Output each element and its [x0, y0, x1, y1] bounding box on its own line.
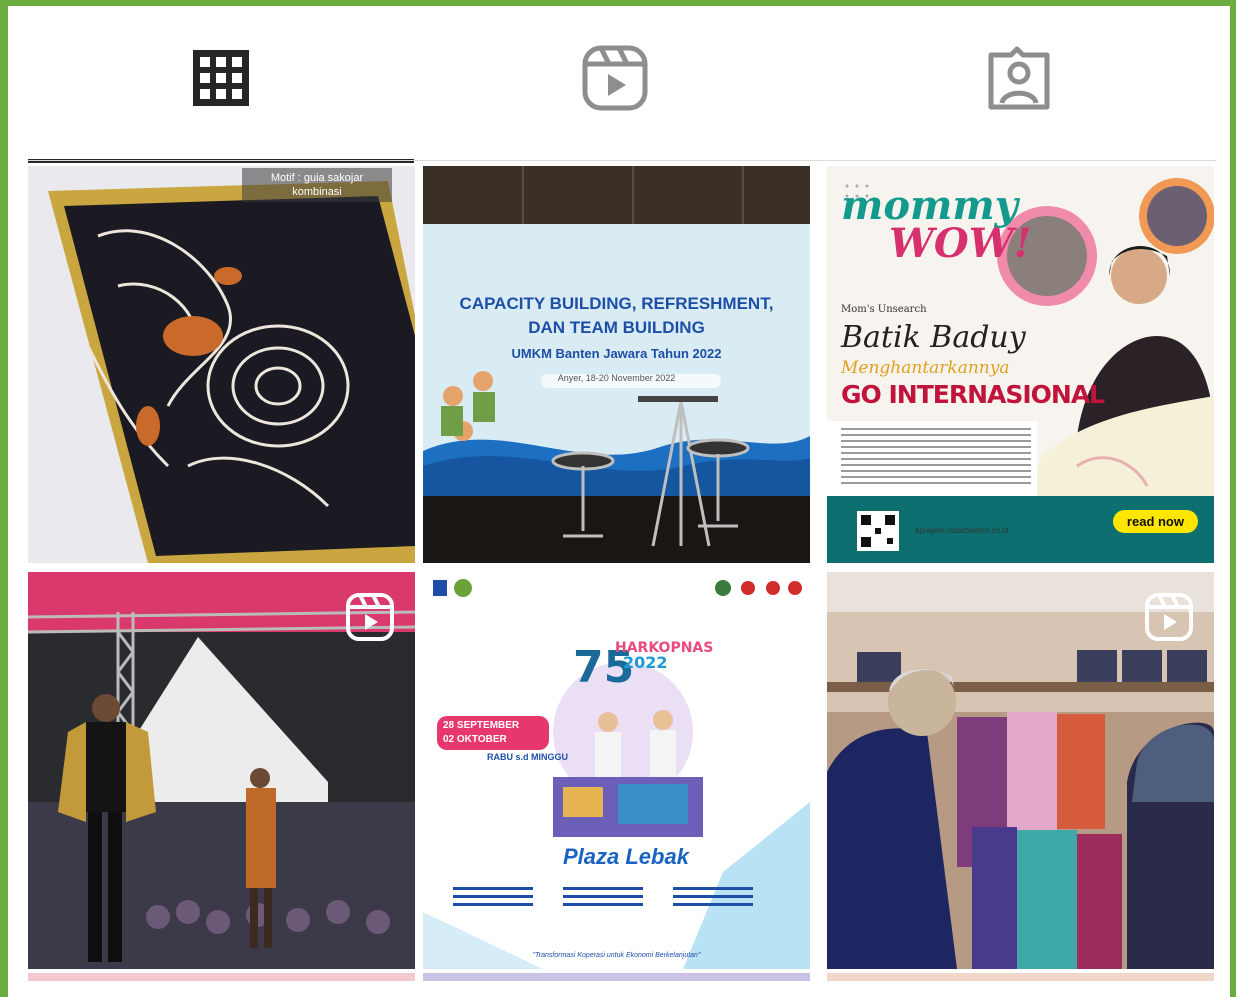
post-image — [423, 166, 810, 563]
post-thumbnail[interactable]: 75 HARKOPNAS 2022 28 SEPTEMBER 02 OKTOBE… — [423, 572, 810, 969]
reels-icon — [582, 45, 648, 110]
post-thumbnail[interactable]: CAPACITY BUILDING, REFRESHMENT, DAN TEAM… — [423, 166, 810, 563]
post-subtitle: Menghantarkannya — [841, 358, 1010, 378]
event-days: RABU s.d MINGGU — [487, 752, 568, 762]
post-thumbnail[interactable] — [827, 572, 1214, 969]
svg-text:2022: 2022 — [623, 653, 668, 672]
tab-tagged[interactable] — [826, 6, 1212, 161]
post-image — [28, 166, 415, 563]
post-banner-title: DAN TEAM BUILDING — [528, 318, 705, 337]
post-subtitle: Mom's Unsearch — [841, 304, 927, 315]
event-tagline: "Transformasi Koperasi untuk Ekonomi Ber… — [532, 952, 701, 959]
grid-icon — [193, 49, 249, 106]
post-thumbnail[interactable]: Motif : guia sakojar kombinasi — [28, 166, 415, 563]
caption-line: Motif : guia sakojar — [270, 172, 364, 184]
post-headline: GO INTERNASIONAL — [841, 380, 1105, 409]
reel-icon — [1145, 593, 1193, 641]
event-date-start: 28 SEPTEMBER — [443, 720, 520, 731]
tab-posts[interactable] — [28, 6, 414, 163]
post-headline: mommy — [841, 182, 1018, 229]
post-thumbnail[interactable]: mommy WOW! Mom's Unsearch Batik Baduy Me… — [827, 166, 1214, 563]
caption-line: kombinasi — [292, 186, 342, 198]
profile-tab-bar — [8, 6, 1230, 163]
tab-divider — [28, 160, 1216, 161]
tab-reels[interactable] — [422, 6, 808, 161]
read-now-badge: read now — [1112, 510, 1198, 533]
post-headline: WOW! — [889, 220, 1032, 267]
event-venue: Plaza Lebak — [563, 844, 689, 869]
post-banner-subtitle: UMKM Banten Jawara Tahun 2022 — [511, 346, 722, 361]
next-row-preview — [28, 973, 1214, 981]
post-image: 75 HARKOPNAS 2022 — [423, 572, 810, 969]
post-thumbnail[interactable] — [28, 572, 415, 969]
event-date-end: 02 OKTOBER — [443, 734, 507, 745]
tagged-person-icon — [988, 46, 1050, 109]
post-website: aprajeer.radarbanten.co.id — [915, 526, 1009, 535]
post-caption-overlay: Motif : guia sakojar kombinasi — [242, 168, 392, 202]
post-headline: Batik Baduy — [841, 320, 1026, 355]
post-banner-date: Anyer, 18-20 November 2022 — [557, 373, 676, 383]
reel-icon — [346, 593, 394, 641]
profile-grid-frame: Motif : guia sakojar kombinasi CAPACITY … — [8, 6, 1230, 997]
post-banner-title: CAPACITY BUILDING, REFRESHMENT, — [459, 294, 774, 313]
